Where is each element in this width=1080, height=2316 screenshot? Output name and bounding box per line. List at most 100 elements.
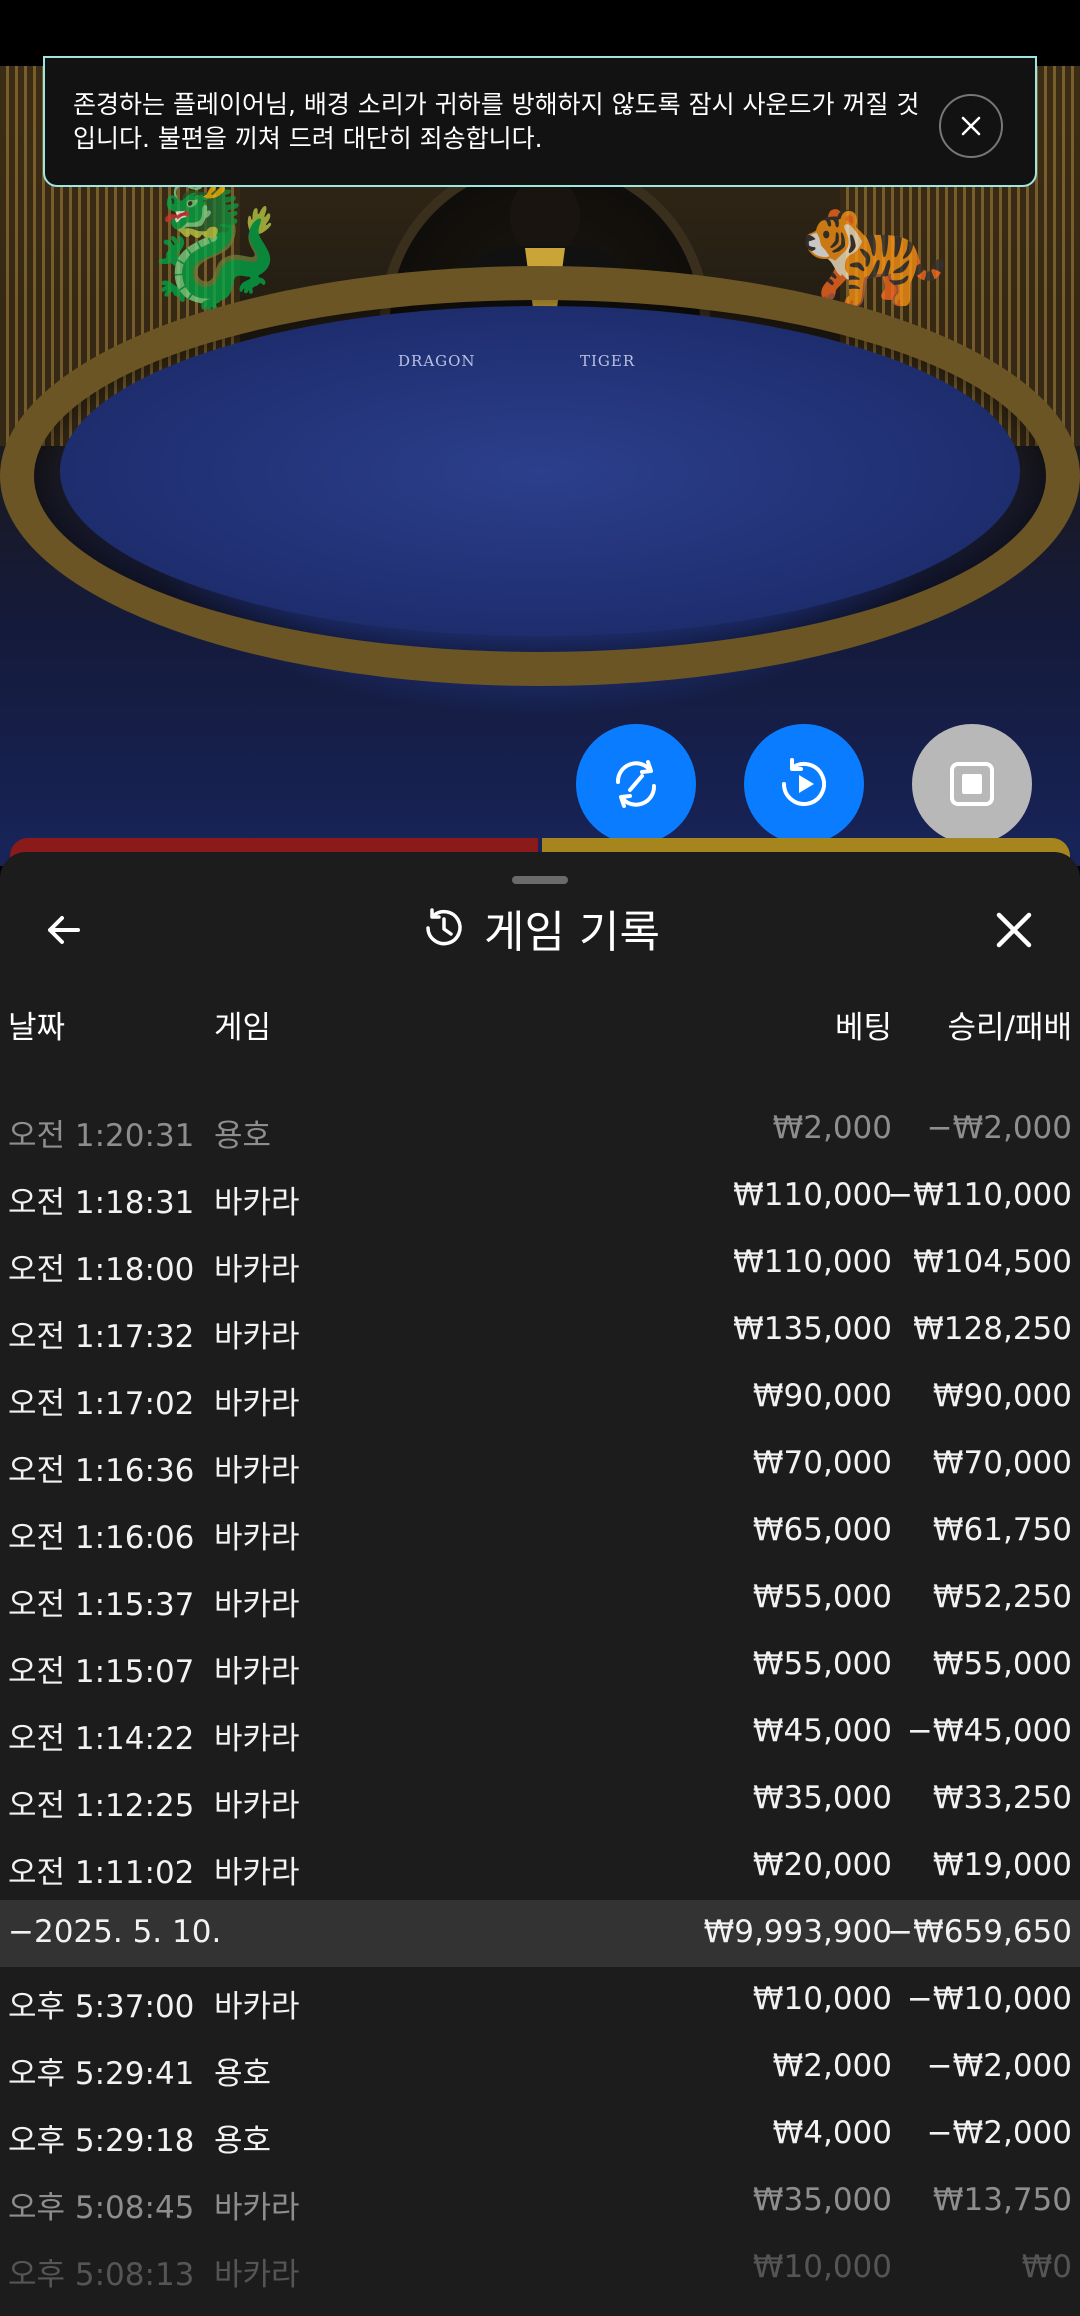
row-date: 오전 1:17:02 — [8, 1386, 195, 1422]
row-date: 오전 1:15:37 — [8, 1587, 195, 1623]
row-bet: ₩65,000 — [752, 1512, 892, 1548]
close-icon[interactable] — [939, 94, 1003, 158]
history-row[interactable]: 오후 5:29:41 용호 ₩2,000 −₩2,000 — [0, 2034, 1080, 2101]
history-row[interactable]: 오전 1:11:02 바카라 ₩20,000 ₩19,000 — [0, 1833, 1080, 1900]
row-result: ₩61,750 — [932, 1512, 1072, 1548]
row-bet: ₩10,000 — [752, 2249, 892, 2285]
history-row[interactable]: 오전 1:16:06 바카라 ₩65,000 ₩61,750 — [0, 1498, 1080, 1565]
row-result: ₩33,250 — [932, 1780, 1072, 1816]
history-row[interactable]: 오전 1:16:36 바카라 ₩70,000 ₩70,000 — [0, 1431, 1080, 1498]
table-label-tiger: TIGER — [580, 352, 636, 370]
row-bet: ₩70,000 — [752, 1445, 892, 1481]
replay-icon — [782, 758, 826, 806]
stop-button[interactable] — [912, 724, 1032, 844]
row-result: −₩2,000 — [926, 2048, 1072, 2084]
row-bet: ₩4,000 — [772, 2115, 892, 2151]
rotate-view-button[interactable] — [576, 724, 696, 844]
row-date: 오전 1:16:36 — [8, 1453, 195, 1489]
sound-notice-banner: 존경하는 플레이어님, 배경 소리가 귀하를 방해하지 않도록 잠시 사운드가 … — [43, 56, 1037, 187]
history-icon — [426, 908, 462, 946]
row-game: 용호 — [214, 2056, 272, 2092]
row-game: 바카라 — [214, 1989, 300, 2025]
arrow-left-icon — [48, 916, 80, 944]
row-game: 용호 — [214, 2123, 272, 2159]
history-row[interactable]: 오후 5:29:18 용호 ₩4,000 −₩2,000 — [0, 2101, 1080, 2168]
row-result: −₩659,650 — [887, 1914, 1072, 1950]
row-game: 용호 — [214, 1118, 272, 1154]
history-row[interactable]: 오전 1:20:31 용호 ₩2,000 −₩2,000 — [0, 1096, 1080, 1163]
row-date: −2025. 5. 10. — [8, 1914, 222, 1950]
history-row[interactable]: 오전 1:15:07 바카라 ₩55,000 ₩55,000 — [0, 1632, 1080, 1699]
row-bet: ₩55,000 — [752, 1579, 892, 1615]
drag-handle[interactable] — [512, 876, 568, 884]
row-game: 바카라 — [214, 1855, 300, 1891]
history-row[interactable]: 오전 1:15:37 바카라 ₩55,000 ₩52,250 — [0, 1565, 1080, 1632]
row-result: −₩2,000 — [926, 1110, 1072, 1146]
column-header-game[interactable]: 게임 — [214, 1002, 271, 1047]
panel-title: 게임 기록 — [484, 907, 660, 958]
row-result: ₩19,000 — [932, 1847, 1072, 1883]
table-label-dragon: DRAGON — [398, 352, 476, 370]
date-summary-row[interactable]: −2025. 5. 10. ₩9,993,900 −₩659,650 — [0, 1900, 1080, 1967]
column-header-date[interactable]: 날짜 — [8, 1002, 65, 1047]
row-date: 오전 1:17:32 — [8, 1319, 195, 1355]
row-result: −₩10,000 — [906, 1981, 1072, 2017]
row-result: ₩52,250 — [932, 1579, 1072, 1615]
row-game: 바카라 — [214, 1520, 300, 1556]
row-result: ₩13,750 — [932, 2182, 1072, 2218]
history-row[interactable]: 오전 1:18:31 바카라 ₩110,000 −₩110,000 — [0, 1163, 1080, 1230]
row-result: ₩90,000 — [932, 1378, 1072, 1414]
row-result: ₩0 — [1021, 2249, 1072, 2285]
row-bet: ₩55,000 — [752, 1646, 892, 1682]
row-bet: ₩110,000 — [733, 1177, 892, 1213]
tiger-statue: 🐅 — [800, 176, 950, 315]
row-game: 바카라 — [214, 1453, 300, 1489]
back-button[interactable] — [36, 902, 92, 958]
replay-button[interactable] — [744, 724, 864, 844]
table-felt — [60, 306, 1020, 636]
row-date: 오후 5:08:45 — [8, 2190, 195, 2226]
rotate-view-icon — [615, 760, 657, 808]
row-date: 오전 1:14:22 — [8, 1721, 195, 1757]
history-row[interactable]: 오전 1:14:22 바카라 ₩45,000 −₩45,000 — [0, 1699, 1080, 1766]
history-row[interactable]: 오후 5:08:45 바카라 ₩35,000 ₩13,750 — [0, 2168, 1080, 2235]
row-bet: ₩35,000 — [752, 2182, 892, 2218]
row-bet: ₩10,000 — [752, 1981, 892, 2017]
row-game: 바카라 — [214, 1252, 300, 1288]
history-row[interactable]: 오전 1:17:02 바카라 ₩90,000 ₩90,000 — [0, 1364, 1080, 1431]
row-result: ₩70,000 — [932, 1445, 1072, 1481]
row-bet: ₩90,000 — [752, 1378, 892, 1414]
row-game: 바카라 — [214, 1721, 300, 1757]
column-header-result[interactable]: 승리/패배 — [947, 1002, 1072, 1047]
row-date: 오후 5:29:41 — [8, 2056, 195, 2092]
row-date: 오전 1:12:25 — [8, 1788, 195, 1824]
table-header: 날짜 게임 베팅 승리/패배 — [0, 1002, 1080, 1052]
row-date: 오전 1:16:06 — [8, 1520, 195, 1556]
column-header-bet[interactable]: 베팅 — [835, 1002, 892, 1047]
row-date: 오전 1:20:31 — [8, 1118, 195, 1154]
history-row[interactable]: 오후 5:08:13 바카라 ₩10,000 ₩0 — [0, 2235, 1080, 2302]
game-history-panel: 게임 기록 날짜 게임 베팅 승리/패배 오전 1:20:31 용호 ₩2,000−… — [0, 852, 1080, 2316]
row-result: −₩2,000 — [926, 2115, 1072, 2151]
row-bet: ₩35,000 — [752, 1780, 892, 1816]
close-icon — [996, 912, 1032, 948]
history-row[interactable]: 오전 1:12:25 바카라 ₩35,000 ₩33,250 — [0, 1766, 1080, 1833]
row-result: ₩104,500 — [913, 1244, 1072, 1280]
row-date: 오후 5:37:00 — [8, 1989, 195, 2025]
row-date: 오전 1:11:02 — [8, 1855, 195, 1891]
row-result: −₩110,000 — [887, 1177, 1072, 1213]
history-row[interactable]: 오전 1:17:32 바카라 ₩135,000 ₩128,250 — [0, 1297, 1080, 1364]
row-date: 오후 5:08:13 — [8, 2257, 195, 2293]
row-result: −₩45,000 — [906, 1713, 1072, 1749]
history-row[interactable]: 오전 1:18:00 바카라 ₩110,000 ₩104,500 — [0, 1230, 1080, 1297]
row-bet: ₩9,993,900 — [703, 1914, 892, 1950]
row-game: 바카라 — [214, 2190, 300, 2226]
history-row[interactable]: 오후 5:37:00 바카라 ₩10,000 −₩10,000 — [0, 1967, 1080, 2034]
row-game: 바카라 — [214, 1386, 300, 1422]
row-date: 오전 1:15:07 — [8, 1654, 195, 1690]
row-bet: ₩2,000 — [772, 2048, 892, 2084]
close-panel-button[interactable] — [986, 902, 1042, 958]
row-date: 오전 1:18:31 — [8, 1185, 195, 1221]
row-bet: ₩135,000 — [733, 1311, 892, 1347]
row-date: 오후 5:29:18 — [8, 2123, 195, 2159]
